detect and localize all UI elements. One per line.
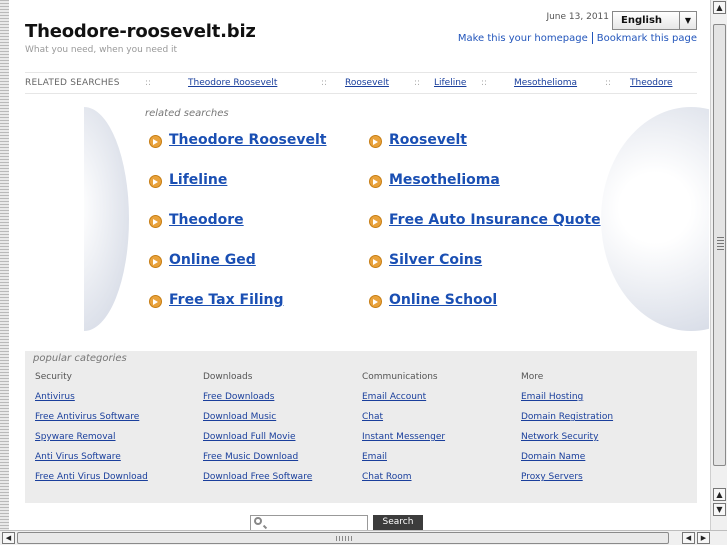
popular-categories-label: popular categories bbox=[33, 353, 127, 364]
scroll-up-icon[interactable]: ▲ bbox=[713, 488, 726, 501]
grip-icon bbox=[717, 237, 724, 251]
related-bar-separator: :: bbox=[481, 78, 488, 88]
top-links: Make this your homepage Bookmark this pag… bbox=[458, 32, 697, 44]
category-link[interactable]: Network Security bbox=[521, 432, 613, 452]
category-link[interactable]: Spyware Removal bbox=[35, 432, 148, 452]
related-bar-separator: :: bbox=[605, 78, 612, 88]
category-column-security: Security Antivirus Free Antivirus Softwa… bbox=[35, 372, 148, 492]
related-bar-link[interactable]: Theodore Roosevelt bbox=[188, 78, 277, 88]
related-bar-label: RELATED SEARCHES bbox=[25, 78, 120, 88]
related-bar-separator: :: bbox=[321, 78, 328, 88]
category-link[interactable]: Email bbox=[362, 452, 445, 472]
bookmark-link[interactable]: Bookmark this page bbox=[597, 33, 697, 44]
language-select[interactable]: English ▼ bbox=[612, 11, 697, 30]
category-link[interactable]: Download Music bbox=[203, 412, 312, 432]
scroll-down-icon[interactable]: ▼ bbox=[713, 503, 726, 516]
language-select-value: English bbox=[621, 15, 663, 26]
make-homepage-link[interactable]: Make this your homepage bbox=[458, 33, 588, 44]
arrow-right-icon bbox=[149, 295, 162, 308]
arrow-right-icon bbox=[369, 255, 382, 268]
category-link[interactable]: Chat Room bbox=[362, 472, 445, 492]
page: Theodore-roosevelt.biz What you need, wh… bbox=[9, 0, 709, 530]
category-link[interactable]: Instant Messenger bbox=[362, 432, 445, 452]
category-link[interactable]: Domain Registration bbox=[521, 412, 613, 432]
scroll-left-icon[interactable]: ◀ bbox=[2, 532, 15, 544]
search-input[interactable] bbox=[250, 515, 368, 530]
related-bar-link[interactable]: Lifeline bbox=[434, 78, 466, 88]
category-heading: Security bbox=[35, 372, 72, 382]
site-title[interactable]: Theodore-roosevelt.biz bbox=[25, 21, 256, 42]
current-date: June 13, 2011 bbox=[546, 12, 609, 22]
arrow-right-icon bbox=[369, 135, 382, 148]
arrow-right-icon bbox=[149, 135, 162, 148]
category-heading: Communications bbox=[362, 372, 438, 382]
related-bar-link[interactable]: Mesothelioma bbox=[514, 78, 577, 88]
search-button[interactable]: Search bbox=[373, 515, 423, 530]
related-bar-separator: :: bbox=[145, 78, 152, 88]
left-window-edge bbox=[0, 0, 9, 530]
scroll-left-icon[interactable]: ◀ bbox=[682, 532, 695, 544]
decorative-shape-right bbox=[601, 107, 709, 331]
category-column-downloads: Downloads Free Downloads Download Music … bbox=[203, 372, 312, 492]
scroll-right-icon[interactable]: ▶ bbox=[697, 532, 710, 544]
category-link[interactable]: Free Music Download bbox=[203, 452, 312, 472]
related-searches-label: related searches bbox=[145, 108, 229, 119]
vertical-scroll-thumb[interactable] bbox=[713, 24, 726, 466]
arrow-right-icon bbox=[149, 175, 162, 188]
chevron-down-icon[interactable]: ▼ bbox=[679, 12, 696, 29]
category-column-communications: Communications Email Account Chat Instan… bbox=[362, 372, 445, 492]
category-column-more: More Email Hosting Domain Registration N… bbox=[521, 372, 613, 492]
category-link[interactable]: Free Antivirus Software bbox=[35, 412, 148, 432]
horizontal-scrollbar[interactable]: ◀ ◀ ▶ bbox=[0, 530, 727, 545]
arrow-right-icon bbox=[369, 215, 382, 228]
category-link[interactable]: Free Downloads bbox=[203, 392, 312, 412]
grip-icon bbox=[336, 536, 352, 541]
link-divider bbox=[591, 32, 593, 44]
related-bar-separator: :: bbox=[414, 78, 421, 88]
category-link[interactable]: Antivirus bbox=[35, 392, 148, 412]
category-link[interactable]: Email Hosting bbox=[521, 392, 613, 412]
arrow-right-icon bbox=[369, 295, 382, 308]
horizontal-scroll-thumb[interactable] bbox=[17, 532, 669, 544]
related-searches-bar: RELATED SEARCHES :: Theodore Roosevelt :… bbox=[25, 72, 697, 94]
category-heading: Downloads bbox=[203, 372, 253, 382]
category-link[interactable]: Chat bbox=[362, 412, 445, 432]
vertical-scrollbar[interactable]: ▲ ▲ ▼ bbox=[710, 0, 727, 530]
related-bar-link[interactable]: Theodore bbox=[630, 78, 673, 88]
tagline: What you need, when you need it bbox=[25, 45, 178, 55]
category-link[interactable]: Anti Virus Software bbox=[35, 452, 148, 472]
related-bar-link[interactable]: Roosevelt bbox=[345, 78, 389, 88]
category-link[interactable]: Email Account bbox=[362, 392, 445, 412]
arrow-right-icon bbox=[369, 175, 382, 188]
category-link[interactable]: Download Full Movie bbox=[203, 432, 312, 452]
arrow-right-icon bbox=[149, 215, 162, 228]
scroll-up-icon[interactable]: ▲ bbox=[713, 1, 726, 14]
category-heading: More bbox=[521, 372, 544, 382]
arrow-right-icon bbox=[149, 255, 162, 268]
search-icon bbox=[254, 517, 262, 525]
category-link[interactable]: Domain Name bbox=[521, 452, 613, 472]
decorative-shape-left bbox=[84, 107, 129, 331]
category-link[interactable]: Proxy Servers bbox=[521, 472, 613, 492]
popular-categories: popular categories Security Antivirus Fr… bbox=[25, 351, 697, 503]
category-link[interactable]: Free Anti Virus Download bbox=[35, 472, 148, 492]
category-link[interactable]: Download Free Software bbox=[203, 472, 312, 492]
